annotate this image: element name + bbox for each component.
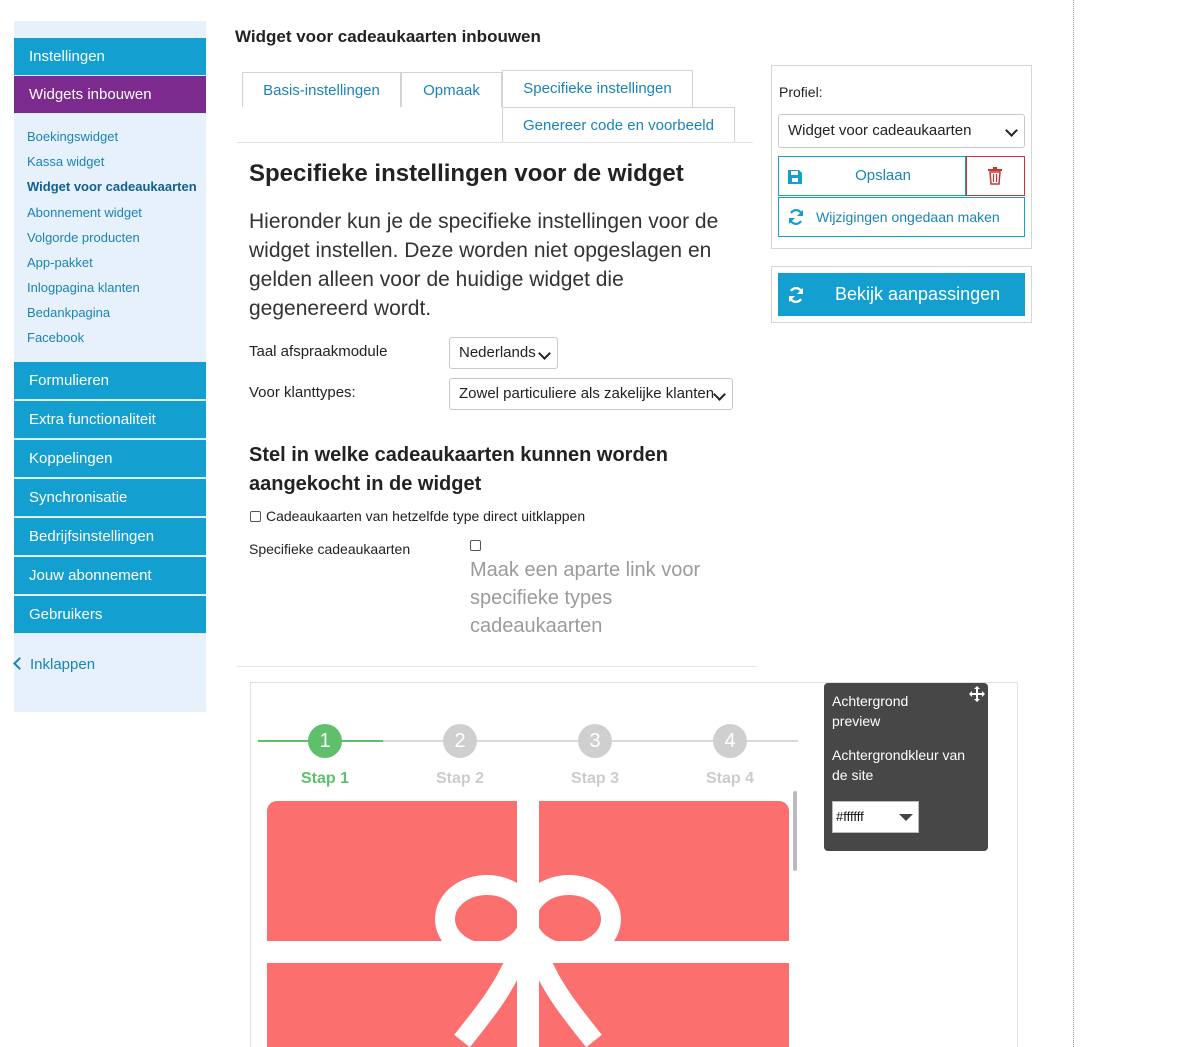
customer-types-select-value: Zowel particuliere als zakelijke klanten [459,385,715,402]
undo-changes-button[interactable]: Wijzigingen ongedaan maken [778,197,1025,237]
profile-select-value: Widget voor cadeaukaarten [788,122,972,139]
bg-color-label: Achtergrondkleur van de site [832,747,966,783]
intro-text: Hieronder kun je de specifieke instellin… [249,210,719,320]
tab-genereer-code[interactable]: Genereer code en voorbeeld [502,107,735,143]
tabs-divider [237,142,753,143]
divider [237,666,757,667]
sidebar-item-boekingswidget[interactable]: Boekingswidget [27,129,118,144]
sidebar: Instellingen Widgets inbouwen Boekingswi… [14,21,206,712]
page-title: Widget voor cadeaukaarten inbouwen [235,27,541,46]
step-1-label: Stap 1 [300,770,349,787]
language-label: Taal afspraakmodule [249,343,388,360]
sidebar-item-inlogpagina[interactable]: Inlogpagina klanten [27,280,140,295]
step-3-label: Stap 3 [570,770,619,787]
bg-color-value: #ffffff [836,809,864,824]
sidebar-item-kassa-widget[interactable]: Kassa widget [27,154,104,169]
profile-box: Profiel: Widget voor cadeaukaarten Opsla… [771,65,1032,249]
collapse-link[interactable]: Inklappen [13,656,96,673]
save-button[interactable]: Opslaan [778,156,966,196]
view-changes-button[interactable]: Bekijk aanpassingen [778,273,1025,316]
step-2-circle[interactable]: 2 [443,724,477,758]
expand-checkbox[interactable] [250,511,261,522]
gift-ribbon-icon [267,801,789,1047]
specific-giftcards-checkbox[interactable] [470,540,481,551]
nav-jouw-abonnement[interactable]: Jouw abonnement [14,557,206,595]
language-select[interactable]: Nederlands [449,337,558,369]
giftcard-image[interactable] [267,801,789,1047]
section-title: Specifieke instellingen voor de widget [249,160,684,187]
nav-formulieren[interactable]: Formulieren [14,362,206,400]
specific-giftcards-help: Maak een aparte link voor specifieke typ… [470,559,701,637]
language-select-value: Nederlands [459,344,536,361]
sidebar-item-cadeaukaarten[interactable]: Widget voor cadeaukaarten [27,179,197,194]
preview-scrollbar[interactable] [793,791,797,871]
tab-basis-instellingen[interactable]: Basis-instellingen [242,72,401,107]
page-boundary [1073,0,1074,1047]
refresh-icon [788,286,804,304]
chevron-down-icon [713,388,726,401]
nav-koppelingen[interactable]: Koppelingen [14,440,206,478]
refresh-icon [788,209,804,225]
move-icon[interactable] [969,686,985,702]
view-changes-label: Bekijk aanpassingen [835,284,1001,304]
sidebar-item-abonnement-widget[interactable]: Abonnement widget [27,205,142,220]
nav-instellingen[interactable]: Instellingen [14,38,206,76]
customer-types-label: Voor klanttypes: [249,384,356,401]
step-4-circle[interactable]: 4 [713,724,747,758]
background-preview-panel: Achtergrond preview Achtergrondkleur van… [824,683,988,851]
sidebar-item-facebook[interactable]: Facebook [27,330,84,345]
delete-button[interactable] [966,156,1025,196]
step-4-label: Stap 4 [705,770,754,787]
step-2-label: Stap 2 [435,770,484,787]
sidebar-item-bedankpagina[interactable]: Bedankpagina [27,305,110,320]
nav-widgets-inbouwen[interactable]: Widgets inbouwen [14,76,206,114]
chevron-down-icon [1005,124,1018,137]
giftcards-title: Stel in welke cadeaukaarten kunnen worde… [249,444,669,495]
step-1-circle[interactable]: 1 [308,724,342,758]
chevron-left-icon [13,657,26,670]
save-label: Opslaan [855,167,911,184]
chevron-down-icon [538,347,551,360]
caret-down-icon [899,814,913,821]
bg-color-select[interactable]: #ffffff [832,801,919,833]
nav-bedrijfsinstellingen[interactable]: Bedrijfsinstellingen [14,518,206,556]
nav-extra-functionaliteit[interactable]: Extra functionaliteit [14,401,206,439]
step-3-circle[interactable]: 3 [578,724,612,758]
customer-types-select[interactable]: Zowel particuliere als zakelijke klanten [449,378,733,410]
tab-opmaak[interactable]: Opmaak [401,72,502,107]
nav-synchronisatie[interactable]: Synchronisatie [14,479,206,517]
trash-icon [988,167,1002,185]
expand-checkbox-label: Cadeaukaarten van hetzelfde type direct … [266,508,586,524]
undo-changes-label: Wijzigingen ongedaan maken [816,209,1000,225]
profile-select[interactable]: Widget voor cadeaukaarten [778,114,1025,148]
sidebar-item-app-pakket[interactable]: App-pakket [27,255,93,270]
float-panel-title: Achtergrond preview [832,693,909,729]
specific-giftcards-label: Specifieke cadeaukaarten [249,541,411,557]
sidebar-item-volgorde-producten[interactable]: Volgorde producten [27,230,140,245]
tab-specifieke-instellingen[interactable]: Specifieke instellingen [502,70,693,107]
nav-gebruikers[interactable]: Gebruikers [14,596,206,634]
collapse-label: Inklappen [30,656,96,673]
profile-label: Profiel: [779,84,823,100]
